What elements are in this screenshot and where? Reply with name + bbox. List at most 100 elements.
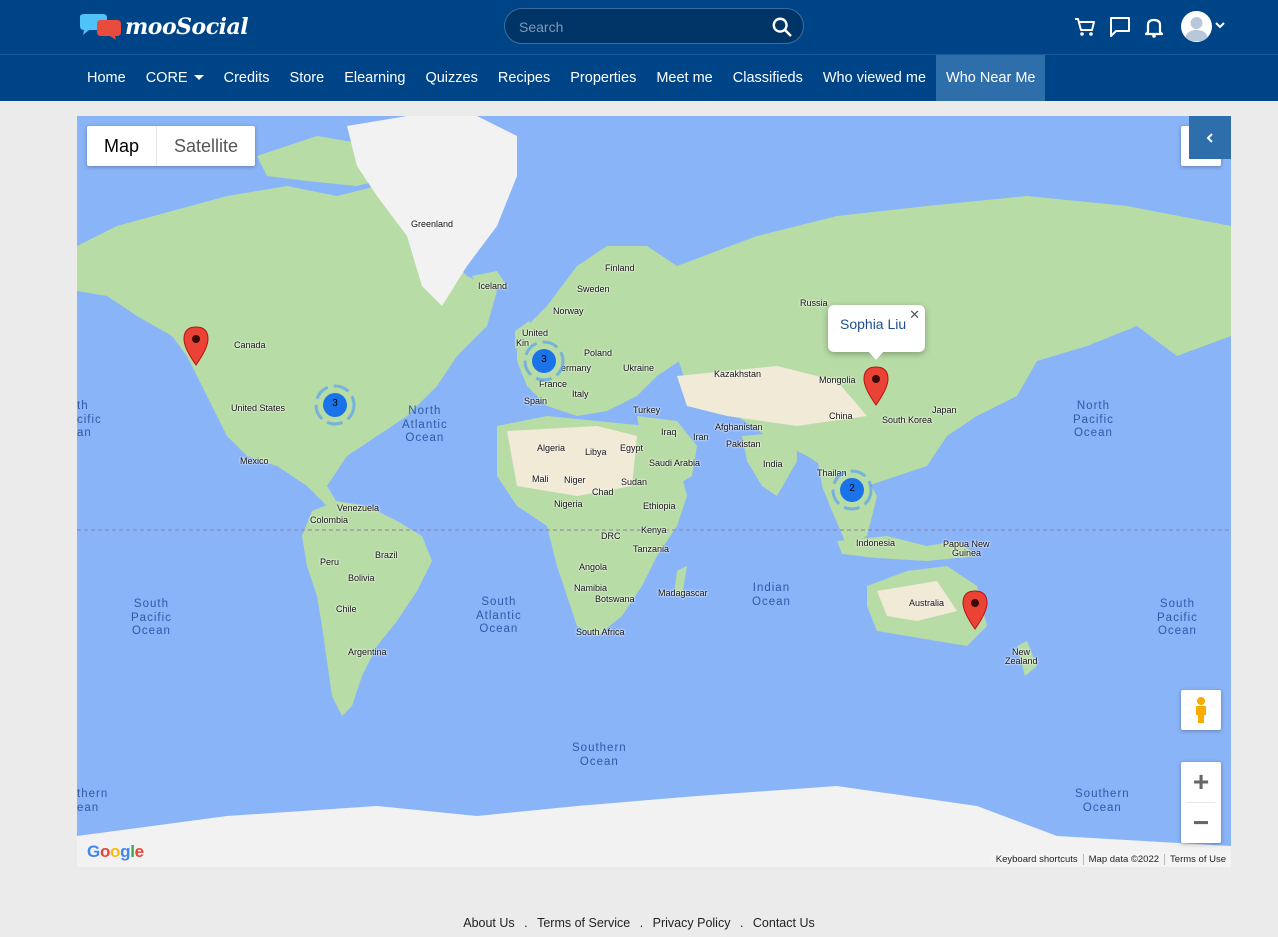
map-label: China <box>829 411 853 421</box>
footer-terms-link[interactable]: Terms of Service <box>537 916 630 930</box>
nav-home[interactable]: Home <box>77 55 136 101</box>
ocean-label-south-atlantic: South Atlantic Ocean <box>476 596 522 635</box>
nav-meet-me[interactable]: Meet me <box>646 55 722 101</box>
map-label: Finland <box>605 263 635 273</box>
map-label: Poland <box>584 348 613 358</box>
nav-label: Quizzes <box>425 70 478 86</box>
map-label: Chad <box>592 487 614 497</box>
nav-classifieds[interactable]: Classifieds <box>723 55 813 101</box>
chevron-down-icon[interactable] <box>1214 19 1226 31</box>
map-label: Iraq <box>661 427 677 437</box>
ocean-label-southern-right: Southern Ocean <box>1075 788 1130 814</box>
marker-cluster[interactable]: 2 <box>831 469 873 511</box>
map-label: Italy <box>572 389 589 399</box>
map-label: Ukraine <box>623 363 655 373</box>
nav-label: Recipes <box>497 70 551 86</box>
nav-who-near-me[interactable]: Who Near Me <box>936 55 1046 101</box>
nav-label: Classifieds <box>732 70 803 86</box>
marker-infowindow[interactable]: Sophia Liu ✕ <box>828 305 925 360</box>
zoom-control: + − <box>1181 762 1221 843</box>
map-label: Spain <box>524 396 548 406</box>
map-label: Canada <box>234 340 266 350</box>
map-label: United <box>522 328 549 338</box>
ocean-label-north-pacific: North Pacific Ocean <box>1073 400 1114 439</box>
infowindow-user-name[interactable]: Sophia Liu <box>840 316 906 332</box>
main-navbar: Home CORE Credits Store Elearning Quizze… <box>0 54 1278 101</box>
map-type-map-button[interactable]: Map <box>87 126 158 166</box>
footer-separator: . <box>524 916 528 930</box>
nav-who-viewed-me[interactable]: Who viewed me <box>813 55 936 101</box>
top-header: mooSocial <box>0 0 1278 54</box>
map-label: Angola <box>579 562 608 572</box>
terms-of-use-link[interactable]: Terms of Use <box>1165 852 1231 867</box>
google-logo[interactable]: Google <box>87 842 144 862</box>
map-label: United States <box>231 403 286 413</box>
land-south-america <box>302 501 432 716</box>
location-pin-icon[interactable] <box>863 366 889 406</box>
world-map[interactable]: Greenland Iceland Finland Sweden Norway … <box>77 116 1231 867</box>
search-icon[interactable] <box>771 16 793 38</box>
zoom-out-button[interactable]: − <box>1181 803 1221 843</box>
nav-label: Elearning <box>344 70 406 86</box>
site-footer: About Us . Terms of Service . Privacy Po… <box>0 916 1278 930</box>
nav-properties[interactable]: Properties <box>560 55 646 101</box>
map-label: South Korea <box>882 415 933 425</box>
ocean-label-southern-edge: thern ean <box>77 788 109 814</box>
nav-store[interactable]: Store <box>280 55 335 101</box>
map-label: Botswana <box>595 594 635 604</box>
keyboard-shortcuts-link[interactable]: Keyboard shortcuts <box>991 852 1083 867</box>
search-input[interactable] <box>519 17 759 37</box>
chat-icon[interactable] <box>1108 15 1132 39</box>
ocean-label-north-atlantic: North Atlantic Ocean <box>402 405 448 444</box>
close-icon[interactable]: ✕ <box>909 307 920 323</box>
map-label: South Africa <box>576 627 625 637</box>
map-label: Mexico <box>240 456 269 466</box>
street-view-pegman[interactable] <box>1181 690 1221 730</box>
nav-label: Properties <box>570 70 637 86</box>
nav-elearning[interactable]: Elearning <box>334 55 415 101</box>
footer-privacy-link[interactable]: Privacy Policy <box>653 916 731 930</box>
map-label: Chile <box>336 604 357 614</box>
map-label: Argentina <box>348 647 387 657</box>
cluster-count: 3 <box>332 398 338 409</box>
nav-core[interactable]: CORE <box>136 55 214 101</box>
map-label: Japan <box>932 405 957 415</box>
map-label: Russia <box>800 298 828 308</box>
footer-about-link[interactable]: About Us <box>463 916 514 930</box>
nav-quizzes[interactable]: Quizzes <box>415 55 487 101</box>
map-label: Brazil <box>375 550 398 560</box>
cluster-count: 3 <box>541 354 547 365</box>
location-pin-icon[interactable] <box>183 326 209 366</box>
marker-cluster[interactable]: 3 <box>314 384 356 426</box>
ocean-label-north-pacific-edge: th cific an <box>77 400 102 439</box>
ocean-label-south-pacific: South Pacific Ocean <box>131 598 172 637</box>
site-logo[interactable]: mooSocial <box>77 12 249 42</box>
map-label: Kenya <box>641 525 667 535</box>
footer-contact-link[interactable]: Contact Us <box>753 916 815 930</box>
map-label: Afghanistan <box>715 422 763 432</box>
nav-recipes[interactable]: Recipes <box>488 55 560 101</box>
map-type-satellite-button[interactable]: Satellite <box>157 126 255 166</box>
map-label: Egypt <box>620 443 644 453</box>
cart-icon[interactable] <box>1073 15 1097 39</box>
zoom-in-button[interactable]: + <box>1181 762 1221 802</box>
search-box[interactable] <box>504 8 804 44</box>
main-nav: Home CORE Credits Store Elearning Quizze… <box>77 55 1046 101</box>
nav-credits[interactable]: Credits <box>214 55 280 101</box>
map-label: Bolivia <box>348 573 375 583</box>
ocean-label-southern: Southern Ocean <box>572 742 627 768</box>
map-label: Namibia <box>574 583 608 593</box>
map-label: Mali <box>532 474 549 484</box>
logo-bubbles-icon <box>77 13 123 41</box>
location-pin-icon[interactable] <box>962 590 988 630</box>
map-label: Iran <box>693 432 709 442</box>
brand-name: mooSocial <box>125 14 249 40</box>
ocean-label-indian: Indian Ocean <box>752 582 791 608</box>
ocean-label-south-pacific-right: South Pacific Ocean <box>1157 598 1198 637</box>
cluster-count: 2 <box>849 483 855 494</box>
user-avatar[interactable] <box>1181 11 1212 42</box>
bell-icon[interactable] <box>1142 15 1166 39</box>
pegman-icon <box>1196 697 1206 723</box>
panel-toggle-button[interactable] <box>1189 116 1231 159</box>
marker-cluster[interactable]: 3 <box>523 340 565 382</box>
